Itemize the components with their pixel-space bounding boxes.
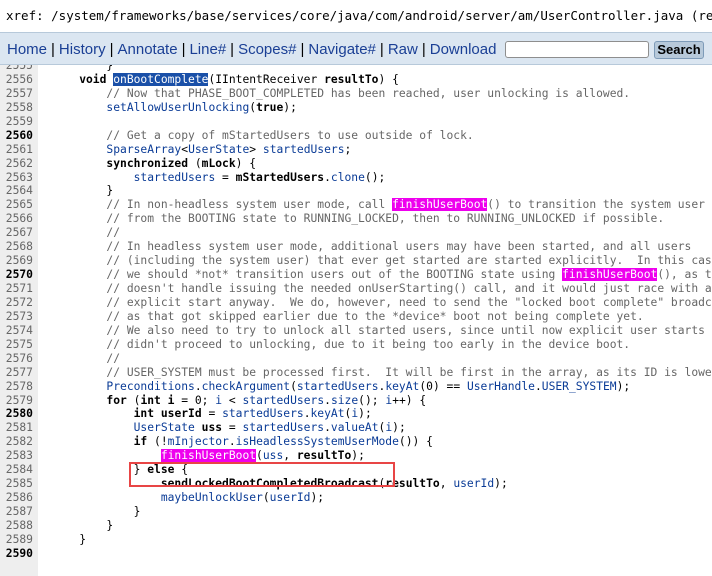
- line-number[interactable]: 2565: [0, 198, 33, 212]
- line-number[interactable]: 2555: [0, 65, 33, 73]
- method-link[interactable]: keyAt: [385, 380, 419, 393]
- line-number[interactable]: 2557: [0, 87, 33, 101]
- variable-link[interactable]: startedUsers: [297, 380, 379, 393]
- nav-annotate-link[interactable]: Annotate: [118, 41, 178, 58]
- line-number[interactable]: 2569: [0, 254, 33, 268]
- nav-history-link[interactable]: History: [59, 41, 106, 58]
- search-button[interactable]: Search: [654, 41, 704, 59]
- code-comment: // explicit start anyway. We do, however…: [52, 295, 712, 309]
- code-comment: // doesn't handle issuing the needed onU…: [52, 282, 712, 295]
- variable-link[interactable]: startedUsers: [134, 171, 216, 184]
- type-link[interactable]: Preconditions: [106, 380, 194, 393]
- method-link[interactable]: maybeUnlockUser: [161, 491, 263, 504]
- line-number[interactable]: 2586: [0, 491, 33, 505]
- variable-link[interactable]: mInjector: [168, 435, 229, 448]
- line-number[interactable]: 2585: [0, 477, 33, 491]
- method-link[interactable]: keyAt: [311, 407, 345, 420]
- nav-line-numbers-link[interactable]: Line#: [189, 41, 226, 58]
- code-comment: // as that got skipped earlier due to th…: [52, 309, 644, 323]
- line-number[interactable]: 2563: [0, 171, 33, 185]
- search-input[interactable]: [505, 41, 649, 58]
- line-number[interactable]: 2584: [0, 463, 33, 477]
- line-number[interactable]: 2579: [0, 394, 33, 408]
- xref-header: xref: /system/frameworks/base/services/c…: [0, 0, 712, 32]
- line-number[interactable]: 2576: [0, 352, 33, 366]
- line-number[interactable]: 2575: [0, 338, 33, 352]
- line-number[interactable]: 2583: [0, 449, 33, 463]
- line-number[interactable]: 2588: [0, 519, 33, 533]
- type-link[interactable]: SparseArray: [106, 143, 181, 156]
- line-number[interactable]: 2567: [0, 226, 33, 240]
- method-link[interactable]: clone: [331, 171, 365, 184]
- nav-raw-link[interactable]: Raw: [388, 41, 418, 58]
- callout-box: [129, 462, 395, 487]
- nav-navigate-link[interactable]: Navigate#: [308, 41, 376, 58]
- type-link[interactable]: UserState: [188, 143, 249, 156]
- code-comment: // didn't proceed to unlocking, due to i…: [52, 337, 631, 351]
- nav-links: Home | History | Annotate | Line# | Scopes# | Navi…: [7, 41, 497, 58]
- code-view: 2555 } 2556 void onBootComplete(IIntentR…: [0, 65, 712, 576]
- line-number[interactable]: 2590: [0, 547, 33, 561]
- nav-scopes-link[interactable]: Scopes#: [238, 41, 296, 58]
- xref-path: xref: /system/frameworks/base/services/c…: [6, 8, 712, 23]
- type-link[interactable]: UserState: [134, 421, 195, 434]
- line-number[interactable]: 2580: [0, 407, 33, 421]
- line-number[interactable]: 2573: [0, 310, 33, 324]
- variable-link[interactable]: startedUsers: [242, 421, 324, 434]
- method-link[interactable]: setAllowUserUnlocking: [106, 101, 249, 114]
- code-comment: // We also need to try to unlock all sta…: [52, 323, 705, 337]
- line-number[interactable]: 2574: [0, 324, 33, 338]
- line-number[interactable]: 2581: [0, 421, 33, 435]
- method-link[interactable]: checkArgument: [202, 380, 290, 393]
- search-highlight-finishUserBoot-call[interactable]: finishUserBoot: [160, 449, 257, 463]
- code-comment: //: [52, 351, 121, 365]
- method-link[interactable]: valueAt: [331, 421, 379, 434]
- variable-link[interactable]: startedUsers: [263, 143, 345, 156]
- line-number[interactable]: 2559: [0, 115, 33, 129]
- code-comment: // USER_SYSTEM must be processed first. …: [52, 365, 712, 379]
- method-link[interactable]: size: [331, 394, 358, 407]
- code-comment: // Now that PHASE_BOOT_COMPLETED has bee…: [52, 86, 631, 100]
- line-number[interactable]: 2570: [0, 268, 33, 282]
- search-highlight[interactable]: finishUserBoot: [562, 268, 658, 282]
- search-highlight[interactable]: finishUserBoot: [392, 198, 488, 212]
- line-number[interactable]: 2561: [0, 143, 33, 157]
- line-number[interactable]: 2564: [0, 184, 33, 198]
- code-comment: // In headless system user mode, additio…: [52, 240, 692, 254]
- nav-download-link[interactable]: Download: [430, 41, 497, 58]
- code-comment: // (including the system user) that ever…: [52, 254, 712, 268]
- method-link[interactable]: isHeadlessSystemUserMode: [236, 435, 399, 448]
- type-link[interactable]: UserHandle: [467, 380, 535, 393]
- constant-link[interactable]: USER_SYSTEM: [542, 380, 617, 393]
- nav-home-link[interactable]: Home: [7, 41, 47, 58]
- line-number[interactable]: 2578: [0, 380, 33, 394]
- line-number[interactable]: 2589: [0, 533, 33, 547]
- variable-link[interactable]: startedUsers: [243, 394, 325, 407]
- line-number[interactable]: 2566: [0, 212, 33, 226]
- nav-bar: Home | History | Annotate | Line# | Scopes# | Navi…: [0, 32, 712, 65]
- line-number[interactable]: 2587: [0, 505, 33, 519]
- method-definition-onBootComplete[interactable]: onBootComplete: [113, 72, 209, 86]
- code-comment: // Get a copy of mStartedUsers to use ou…: [52, 128, 474, 142]
- line-number[interactable]: 2562: [0, 157, 33, 171]
- variable-link[interactable]: startedUsers: [222, 407, 304, 420]
- line-number[interactable]: 2582: [0, 435, 33, 449]
- line-number[interactable]: 2577: [0, 366, 33, 380]
- line-number[interactable]: 2568: [0, 240, 33, 254]
- line-number[interactable]: 2560: [0, 129, 33, 143]
- line-number[interactable]: 2558: [0, 101, 33, 115]
- code-comment: //: [52, 226, 121, 240]
- code-comment: // from the BOOTING state to RUNNING_LOC…: [52, 212, 665, 226]
- line-number[interactable]: 2571: [0, 282, 33, 296]
- line-number[interactable]: 2556: [0, 73, 33, 87]
- line-number[interactable]: 2572: [0, 296, 33, 310]
